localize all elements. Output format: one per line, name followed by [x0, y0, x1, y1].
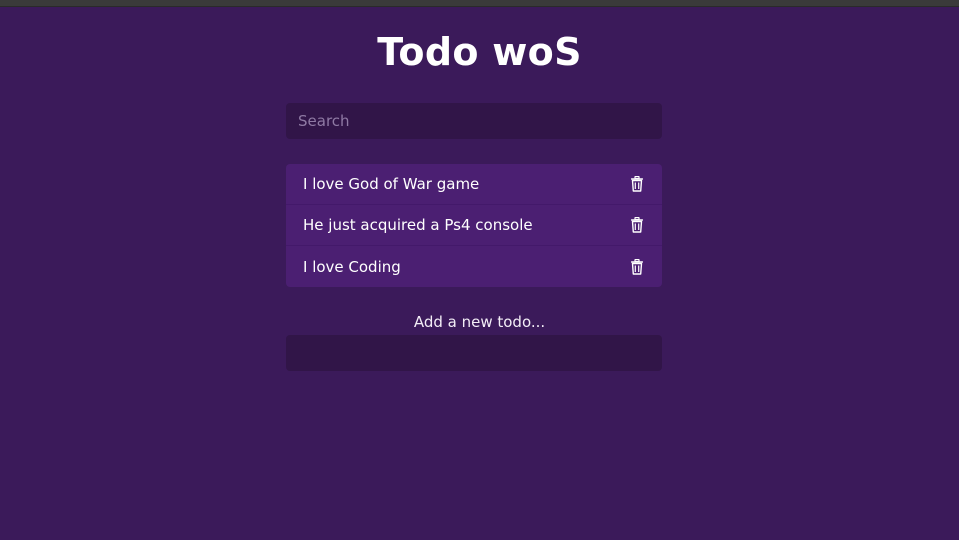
- trash-icon[interactable]: [628, 175, 646, 193]
- page-title: Todo woS: [377, 30, 582, 74]
- add-todo-input[interactable]: [286, 335, 662, 371]
- todo-list: I love God of War game He just acquired …: [286, 164, 662, 287]
- todo-app: Todo woS I love God of War game He just …: [0, 0, 959, 540]
- list-item: I love God of War game: [286, 164, 662, 205]
- trash-icon[interactable]: [628, 258, 646, 276]
- trash-icon[interactable]: [628, 216, 646, 234]
- search-input[interactable]: [286, 103, 662, 139]
- todo-text: I love Coding: [303, 257, 401, 276]
- add-todo-label: Add a new todo...: [413, 313, 546, 331]
- list-item: I love Coding: [286, 246, 662, 287]
- todo-text: I love God of War game: [303, 175, 480, 193]
- todo-text: He just acquired a Ps4 console: [303, 216, 533, 234]
- list-item: He just acquired a Ps4 console: [286, 205, 662, 246]
